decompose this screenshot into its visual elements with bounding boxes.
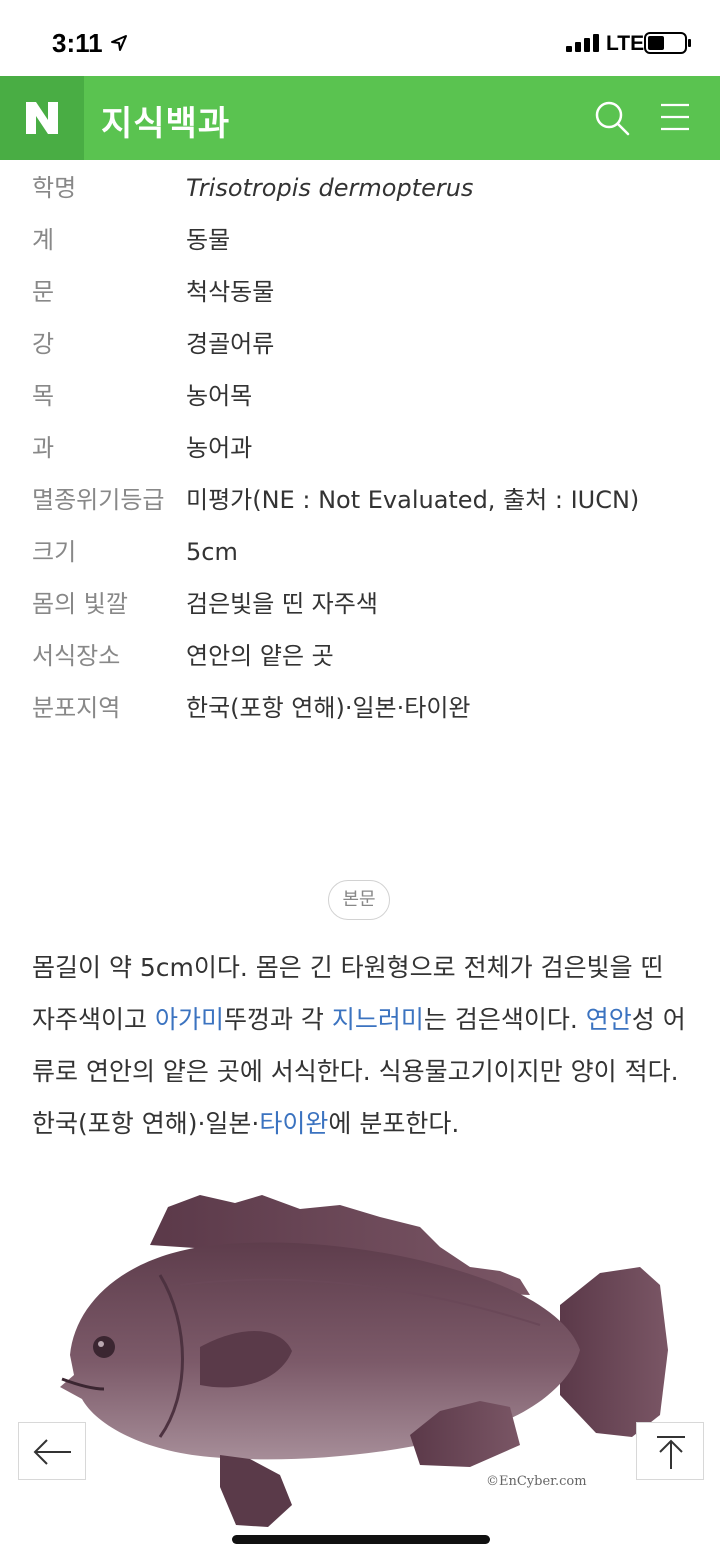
- scroll-top-button[interactable]: [636, 1422, 704, 1480]
- arrow-left-icon: [33, 1439, 71, 1465]
- info-value: 5cm: [186, 538, 238, 566]
- header-title[interactable]: 지식백과: [101, 96, 230, 145]
- info-value: 동물: [186, 226, 231, 254]
- info-label: 멸종위기등급: [32, 486, 165, 514]
- arrow-up-icon: [657, 1436, 685, 1469]
- info-row: 멸종위기등급 미평가(NE : Not Evaluated, 출처 : IUCN…: [32, 476, 692, 524]
- info-value: 한국(포항 연해)·일본·타이완: [186, 694, 471, 722]
- info-value: Trisotropis dermopterus: [186, 174, 474, 202]
- body-text: 에 분포한다.: [328, 1109, 460, 1138]
- info-label: 크기: [32, 538, 77, 566]
- info-label: 목: [32, 382, 55, 410]
- signal-icon: [566, 34, 599, 52]
- info-row: 크기 5cm: [32, 528, 692, 576]
- info-label: 과: [32, 434, 55, 462]
- link-coast[interactable]: 연안: [586, 1005, 632, 1034]
- info-value: 미평가(NE : Not Evaluated, 출처 : IUCN): [186, 486, 640, 514]
- menu-icon[interactable]: [660, 102, 690, 132]
- network-type: LTE: [606, 32, 645, 55]
- info-label: 몸의 빛깔: [32, 590, 128, 618]
- info-label: 서식장소: [32, 642, 121, 670]
- app-header: 지식백과: [0, 76, 720, 160]
- info-label: 문: [32, 278, 55, 306]
- fish-illustration[interactable]: [0, 1175, 720, 1558]
- info-row: 목 농어목: [32, 372, 692, 420]
- status-time: 3:11: [52, 28, 103, 58]
- info-row: 계 동물: [32, 216, 692, 264]
- link-gill[interactable]: 아가미: [155, 1005, 224, 1034]
- fish-eye: [93, 1336, 115, 1358]
- info-value: 농어과: [186, 434, 253, 462]
- info-row: 분포지역 한국(포항 연해)·일본·타이완: [32, 684, 692, 732]
- info-value: 농어목: [186, 382, 253, 410]
- naver-n-icon: [26, 102, 58, 134]
- info-value: 검은빛을 띤 자주색: [186, 590, 378, 618]
- home-indicator[interactable]: [232, 1535, 490, 1544]
- info-row: 몸의 빛깔 검은빛을 띤 자주색: [32, 580, 692, 628]
- search-icon[interactable]: [594, 100, 630, 136]
- classification-table: 학명 Trisotropis dermopterus 계 동물 문 척삭동물 강…: [32, 164, 692, 732]
- article-body: 몸길이 약 5cm이다. 몸은 긴 타원형으로 전체가 검은빛을 띤 자주색이고…: [32, 942, 690, 1150]
- info-label: 분포지역: [32, 694, 121, 722]
- info-label: 강: [32, 330, 55, 358]
- info-value: 연안의 얕은 곳: [186, 642, 334, 670]
- info-label: 계: [32, 226, 55, 254]
- info-row: 서식장소 연안의 얕은 곳: [32, 632, 692, 680]
- back-button[interactable]: [18, 1422, 86, 1480]
- section-label-main: 본문: [328, 880, 390, 920]
- info-row: 학명 Trisotropis dermopterus: [32, 164, 692, 212]
- pelvic-fin: [220, 1455, 292, 1527]
- naver-logo-button[interactable]: [0, 76, 84, 160]
- info-row: 문 척삭동물: [32, 268, 692, 316]
- image-credit: ©EnCyber.com: [486, 1474, 587, 1489]
- info-value: 경골어류: [186, 330, 275, 358]
- body-text: 는 검은색이다.: [423, 1005, 586, 1034]
- location-arrow-icon: [111, 35, 127, 51]
- info-row: 과 농어과: [32, 424, 692, 472]
- battery-icon: [644, 32, 691, 54]
- info-row: 강 경골어류: [32, 320, 692, 368]
- status-bar: 3:11 LTE: [0, 0, 720, 76]
- info-value: 척삭동물: [186, 278, 275, 306]
- link-taiwan[interactable]: 타이완: [259, 1109, 328, 1138]
- body-text: 뚜껑과 각: [223, 1005, 332, 1034]
- link-fin[interactable]: 지느러미: [332, 1005, 424, 1034]
- info-label: 학명: [32, 174, 77, 202]
